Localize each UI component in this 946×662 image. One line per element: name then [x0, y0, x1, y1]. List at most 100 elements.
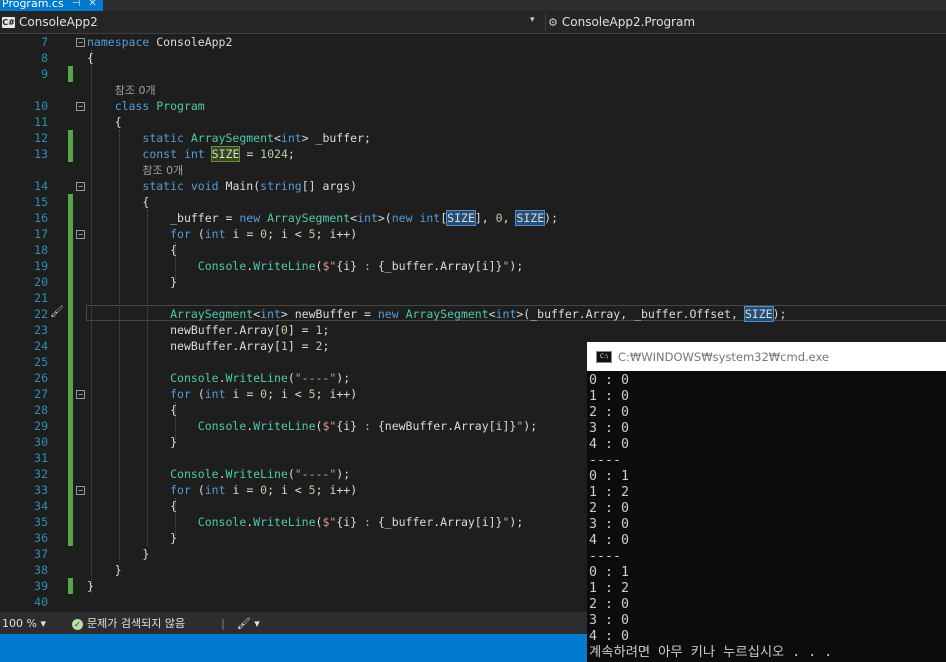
class-icon: ⚙ — [548, 15, 558, 29]
cmd-title-bar[interactable]: C:\ C:₩WINDOWS₩system32₩cmd.exe — [587, 342, 946, 371]
line-number: 17 — [34, 227, 48, 241]
line-number: 18 — [34, 243, 48, 257]
close-icon[interactable]: ✕ — [88, 0, 96, 11]
line-number: 12 — [34, 131, 48, 145]
line-number: 30 — [34, 435, 48, 449]
code-text: { — [170, 499, 178, 513]
line-number: 36 — [34, 531, 48, 545]
line-number: 7 — [41, 35, 48, 49]
chevron-down-icon: ▾ — [254, 616, 260, 630]
code-text: const int SIZE = 1024; — [142, 146, 295, 162]
code-text: Console.WriteLine($"{i} : {newBuffer.Arr… — [197, 419, 538, 433]
line-number: 15 — [34, 195, 48, 209]
code-text: } — [170, 275, 178, 289]
code-text: { — [87, 51, 94, 65]
code-text: } — [114, 563, 122, 577]
chevron-down-icon: ▾ — [40, 616, 46, 630]
code-line[interactable]: 10 class Program — [0, 98, 946, 114]
line-number: 33 — [34, 483, 48, 497]
code-text: static ArraySegment<int> _buffer; — [142, 131, 371, 145]
code-line[interactable]: 21 — [0, 290, 946, 306]
code-text: static void Main(string[] args) — [142, 179, 358, 193]
cmd-output-line: 계속하려면 아무 키나 누르십시오 . . . — [589, 645, 833, 660]
line-number: 28 — [34, 403, 48, 417]
code-text: { — [170, 403, 178, 417]
tab-program-cs[interactable]: Program.cs ⊣ ✕ — [0, 0, 103, 11]
code-line[interactable]: 15 { — [0, 194, 946, 210]
cmd-output-line: 0 : 1 — [589, 469, 630, 484]
line-number: 34 — [34, 499, 48, 513]
code-text: } — [142, 547, 150, 561]
code-line[interactable]: 23 newBuffer.Array[0] = 1; — [0, 322, 946, 338]
cmd-icon: C:\ — [596, 350, 612, 363]
line-number: 23 — [34, 323, 48, 337]
csharp-project-icon: C# — [2, 16, 15, 28]
code-cleanup-button[interactable]: 🖌 ▾ — [237, 617, 260, 630]
line-number: 8 — [41, 51, 48, 65]
code-line[interactable]: 13 const int SIZE = 1024; — [0, 146, 946, 162]
cmd-output-line: 3 : 0 — [589, 421, 630, 436]
cmd-output-line: ---- — [589, 453, 622, 468]
cmd-output-line: 4 : 0 — [589, 437, 630, 452]
line-number: 37 — [34, 547, 48, 561]
line-number: 29 — [34, 419, 48, 433]
issues-indicator[interactable]: ✓ 문제가 검색되지 않음 — [72, 615, 185, 631]
cmd-output-line: 2 : 0 — [589, 597, 630, 612]
code-text: newBuffer.Array[1] = 2; — [170, 339, 330, 353]
code-line[interactable]: 7 namespace ConsoleApp2 — [0, 34, 946, 50]
code-text: for (int i = 0; i < 5; i++) — [170, 483, 358, 497]
line-number: 25 — [34, 355, 48, 369]
code-line[interactable]: 14 static void Main(string[] args) — [0, 178, 946, 194]
code-line[interactable]: 9 — [0, 66, 946, 82]
check-circle-icon: ✓ — [72, 619, 83, 630]
code-text: { — [170, 243, 178, 257]
issues-text: 문제가 검색되지 않음 — [87, 617, 186, 630]
project-dropdown[interactable]: C# ConsoleApp2 — [0, 13, 540, 31]
cmd-output-line: ---- — [589, 549, 622, 564]
cmd-output-line: 2 : 0 — [589, 501, 630, 516]
code-text: newBuffer.Array[0] = 1; — [170, 323, 330, 337]
code-line[interactable]: 18 { — [0, 242, 946, 258]
code-line[interactable]: 12 static ArraySegment<int> _buffer; — [0, 130, 946, 146]
cmd-output-line: 2 : 0 — [589, 405, 630, 420]
code-line[interactable]: 11 { — [0, 114, 946, 130]
code-line[interactable]: 참조 0개 — [0, 162, 946, 178]
line-number: 19 — [34, 259, 48, 273]
cmd-output-line: 1 : 2 — [589, 485, 630, 500]
chevron-down-icon[interactable]: ▾ — [530, 15, 535, 25]
line-number: 14 — [34, 179, 48, 193]
code-text: 참조 0개 — [142, 164, 184, 177]
code-text: Console.WriteLine($"{i} : {_buffer.Array… — [197, 515, 524, 529]
cmd-output-line: 0 : 0 — [589, 373, 630, 388]
line-number: 31 — [34, 451, 48, 465]
line-number: 11 — [34, 115, 48, 129]
zoom-level[interactable]: 100 % ▾ — [0, 617, 72, 630]
code-text: ArraySegment<int> newBuffer = new ArrayS… — [170, 306, 787, 322]
cmd-output-line: 4 : 0 — [589, 629, 630, 644]
code-line[interactable]: 17 for (int i = 0; i < 5; i++) — [0, 226, 946, 242]
code-line[interactable]: 20 } — [0, 274, 946, 290]
cmd-output: 0 : 01 : 02 : 03 : 04 : 0 ---- 0 : 11 : 22… — [589, 373, 945, 661]
member-dropdown[interactable]: ⚙ ConsoleApp2.Program — [545, 13, 695, 31]
pin-icon[interactable]: ⊣ — [72, 0, 81, 11]
code-text: namespace ConsoleApp2 — [87, 35, 233, 49]
line-number: 32 — [34, 467, 48, 481]
cmd-output-line: 1 : 0 — [589, 389, 630, 404]
code-line[interactable]: 22 ArraySegment<int> newBuffer = new Arr… — [0, 306, 946, 322]
project-name: ConsoleApp2 — [19, 15, 98, 29]
line-number: 27 — [34, 387, 48, 401]
cmd-window[interactable]: C:\ C:₩WINDOWS₩system32₩cmd.exe 0 : 01 :… — [587, 342, 946, 662]
cmd-title: C:₩WINDOWS₩system32₩cmd.exe — [618, 349, 830, 364]
navigation-bar: C# ConsoleApp2 ▾ ⚙ ConsoleApp2.Program — [0, 11, 946, 34]
line-number: 9 — [41, 67, 48, 81]
code-line[interactable]: 16 _buffer = new ArraySegment<int>(new i… — [0, 210, 946, 226]
line-number: 39 — [34, 579, 48, 593]
code-line[interactable]: 8{ — [0, 50, 946, 66]
code-line[interactable]: 참조 0개 — [0, 82, 946, 98]
code-text: Console.WriteLine("----"); — [170, 371, 351, 385]
code-text: _buffer = new ArraySegment<int>(new int[… — [170, 210, 559, 226]
code-line[interactable]: 19 Console.WriteLine($"{i} : {_buffer.Ar… — [0, 258, 946, 274]
status-divider: | — [221, 616, 225, 630]
line-number: 35 — [34, 515, 48, 529]
cmd-output-line: 4 : 0 — [589, 533, 630, 548]
